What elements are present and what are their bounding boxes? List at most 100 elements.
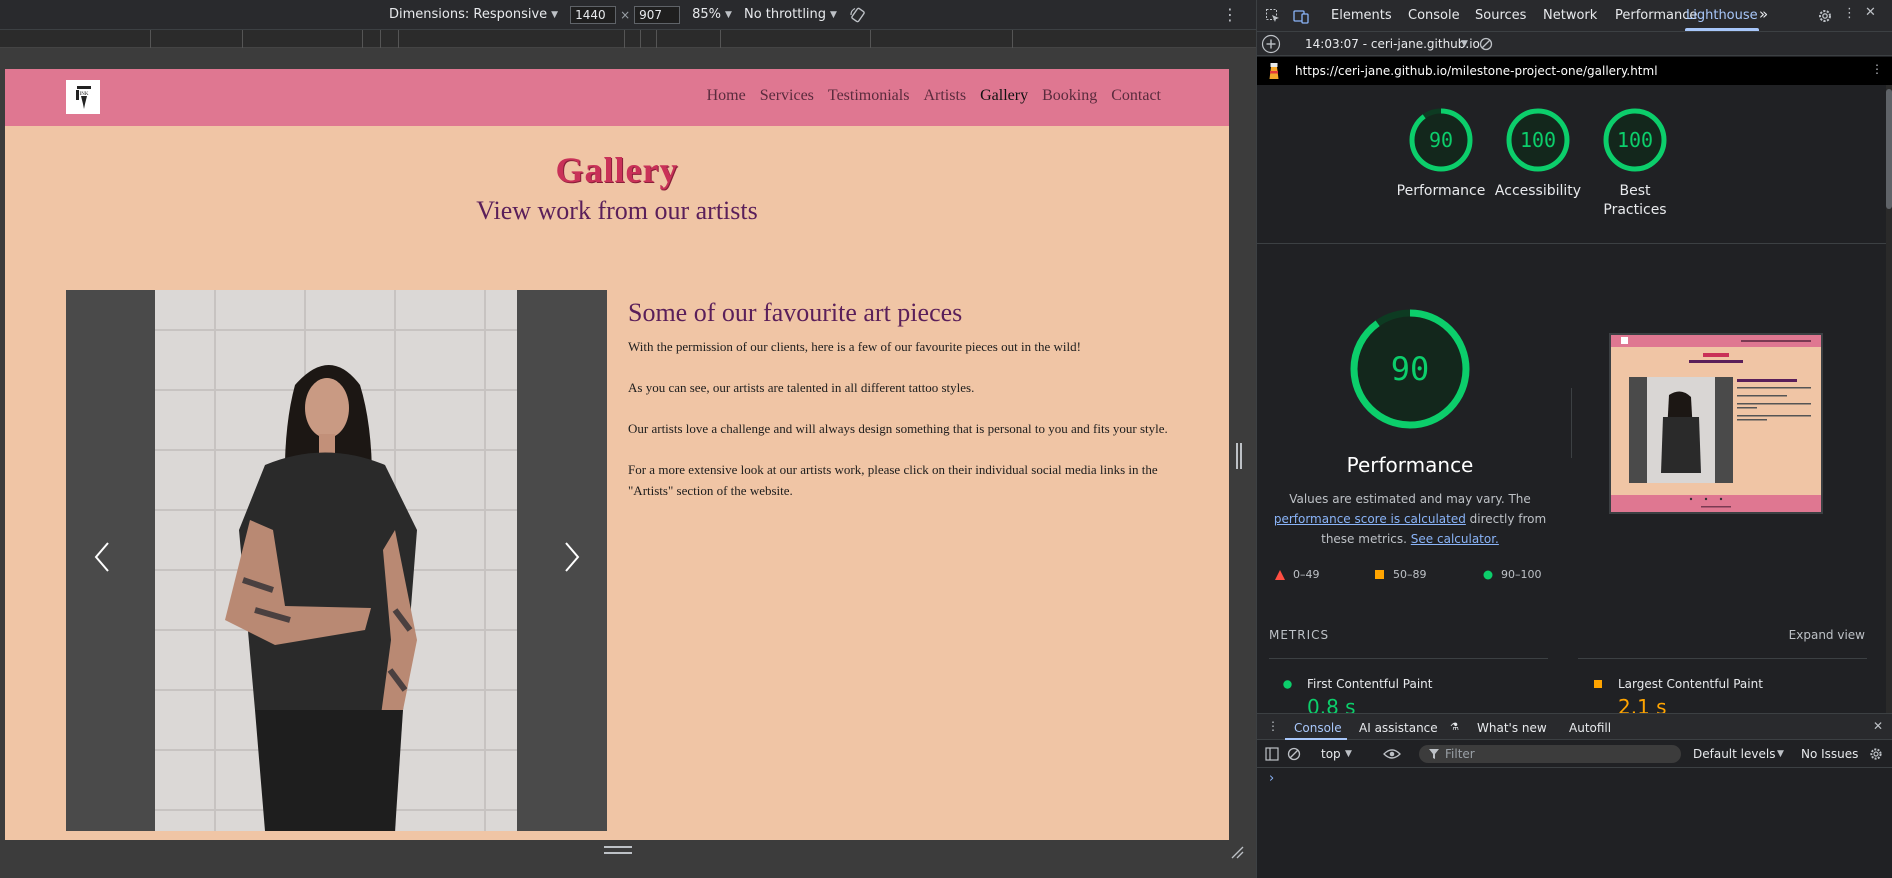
average-square-icon <box>1594 680 1602 688</box>
caret-down-icon: ▼ <box>1777 749 1784 759</box>
scrollbar-thumb[interactable] <box>1886 89 1892 209</box>
issues-counter[interactable]: No Issues <box>1801 747 1858 761</box>
carousel-next-icon[interactable] <box>562 540 582 574</box>
sidebar-toggle-icon[interactable] <box>1265 747 1279 761</box>
clear-console-icon[interactable] <box>1287 747 1301 761</box>
dimensions-label: Dimensions: Responsive <box>389 7 548 22</box>
metric-divider <box>1578 658 1867 659</box>
score-label: Performance <box>1396 183 1486 199</box>
drawer-tabbar: ⋮ Console AI assistance ⚗ What's new Aut… <box>1257 713 1892 740</box>
devtools-menu-icon[interactable]: ⋮ <box>1843 6 1856 21</box>
device-toolbar-icon[interactable] <box>1293 8 1309 24</box>
nav-home[interactable]: Home <box>707 87 746 105</box>
height-input[interactable]: 907 <box>634 5 681 24</box>
desc-text: Values are estimated and may vary. The <box>1289 492 1531 506</box>
lighthouse-report: 90 Performance 100 Accessibility 100 Bes… <box>1257 85 1887 713</box>
report-scrollbar[interactable] <box>1886 85 1892 713</box>
console-filter-input[interactable]: Filter <box>1419 745 1681 763</box>
score-calculated-link[interactable]: performance score is calculated <box>1274 512 1466 526</box>
metric-divider <box>1269 658 1548 659</box>
report-menu-icon[interactable]: ⋮ <box>1871 62 1883 76</box>
legend-average: 50–89 <box>1375 568 1427 581</box>
more-options-icon[interactable]: ⋮ <box>1222 7 1238 23</box>
paragraph: With the permission of our clients, here… <box>628 339 1081 354</box>
eye-icon[interactable] <box>1383 748 1401 760</box>
expand-view-toggle[interactable]: Expand view <box>1789 628 1865 642</box>
lighthouse-logo-icon <box>1269 63 1279 79</box>
page-title: Gallery <box>555 150 679 190</box>
nav-testimonials[interactable]: Testimonials <box>828 87 910 105</box>
dimensions-dropdown[interactable]: Dimensions: Responsive ▼ <box>389 7 558 22</box>
site-logo[interactable]: INK <box>66 80 100 114</box>
legend-label: 90–100 <box>1501 568 1542 581</box>
add-report-icon[interactable] <box>1261 34 1281 54</box>
performance-description: Values are estimated and may vary. The p… <box>1271 489 1549 549</box>
context-selector[interactable]: top <box>1321 747 1341 761</box>
close-devtools-icon[interactable]: ✕ <box>1865 5 1876 20</box>
drawer-tab-ai-assistance[interactable]: AI assistance <box>1359 721 1438 735</box>
metric-fcp-value: 0.8 s <box>1307 695 1356 713</box>
page-subtitle: View work from our artists <box>476 196 758 225</box>
nav-contact[interactable]: Contact <box>1111 87 1161 105</box>
device-emulation-pane: Dimensions: Responsive ▼ 1440 × 907 85% … <box>0 0 1256 878</box>
tab-sources[interactable]: Sources <box>1475 8 1526 23</box>
tab-elements[interactable]: Elements <box>1331 8 1392 23</box>
filter-icon <box>1429 749 1439 759</box>
devtools-panel: Elements Console Sources Network Perform… <box>1256 0 1892 878</box>
active-tab-indicator <box>1685 28 1759 31</box>
devtools-tabbar: Elements Console Sources Network Perform… <box>1257 0 1892 32</box>
score-value: 100 <box>1616 128 1654 152</box>
device-toolbar: Dimensions: Responsive ▼ 1440 × 907 85% … <box>0 0 1256 30</box>
square-icon <box>1375 569 1384 579</box>
report-url-bar: https://ceri-jane.github.io/milestone-pr… <box>1257 57 1892 85</box>
report-url[interactable]: https://ceri-jane.github.io/milestone-pr… <box>1295 64 1658 78</box>
gear-icon[interactable] <box>1817 8 1833 24</box>
page-viewport: INK Home Services Testimonials Artists G… <box>5 69 1229 840</box>
section-heading: Some of our favourite art pieces <box>628 298 963 327</box>
throttling-dropdown[interactable]: No throttling ▼ <box>744 7 837 22</box>
score-label: Accessibility <box>1494 183 1582 199</box>
drawer-tab-whats-new[interactable]: What's new <box>1477 721 1547 735</box>
tab-console[interactable]: Console <box>1408 8 1460 23</box>
drawer-menu-icon[interactable]: ⋮ <box>1267 719 1279 733</box>
lighthouse-toolbar: 14:03:07 - ceri-jane.github.io ▼ <box>1257 32 1892 56</box>
log-levels-dropdown[interactable]: Default levels <box>1693 747 1775 761</box>
carousel-prev-icon[interactable] <box>92 540 112 574</box>
resize-handle-bottom[interactable] <box>604 846 632 854</box>
section-divider <box>1257 243 1887 244</box>
media-query-ruler[interactable] <box>0 30 1256 48</box>
console-settings-icon[interactable] <box>1869 747 1883 761</box>
nav-booking[interactable]: Booking <box>1042 87 1097 105</box>
zoom-dropdown[interactable]: 85% ▼ <box>692 7 732 22</box>
nav-services[interactable]: Services <box>760 87 814 105</box>
score-value: 100 <box>1519 128 1557 152</box>
image-carousel <box>66 290 607 831</box>
console-prompt[interactable]: › <box>1269 771 1274 786</box>
caret-down-icon: ▼ <box>1345 749 1352 759</box>
tab-network[interactable]: Network <box>1543 8 1597 23</box>
width-input[interactable]: 1440 <box>570 5 617 24</box>
caret-down-icon: ▼ <box>725 9 732 20</box>
rotate-icon[interactable] <box>849 6 867 24</box>
tab-lighthouse[interactable]: Lighthouse <box>1686 8 1758 23</box>
drawer-tab-console[interactable]: Console <box>1294 721 1342 735</box>
more-tabs-icon[interactable]: » <box>1759 5 1768 23</box>
report-selector[interactable]: 14:03:07 - ceri-jane.github.io <box>1305 37 1480 51</box>
clear-reports-icon[interactable] <box>1479 37 1493 51</box>
see-calculator-link[interactable]: See calculator. <box>1411 532 1499 546</box>
drawer-tab-autofill[interactable]: Autofill <box>1569 721 1611 735</box>
nav-artists[interactable]: Artists <box>923 87 966 105</box>
resize-corner-icon[interactable] <box>1230 845 1244 859</box>
resize-handle-right[interactable] <box>1236 443 1242 469</box>
legend-label: 0–49 <box>1293 568 1320 581</box>
page-screenshot-thumbnail[interactable] <box>1609 333 1823 514</box>
screen: Dimensions: Responsive ▼ 1440 × 907 85% … <box>0 0 1892 878</box>
legend-fail: 0–49 <box>1275 568 1320 581</box>
gallery-text: Some of our favourite art pieces With th… <box>628 290 1168 521</box>
circle-icon <box>1483 570 1493 579</box>
close-drawer-icon[interactable]: ✕ <box>1873 719 1883 733</box>
nav-gallery[interactable]: Gallery <box>980 87 1028 105</box>
inspect-element-icon[interactable] <box>1265 8 1281 24</box>
caret-down-icon: ▼ <box>551 9 559 20</box>
paragraph: As you can see, our artists are talented… <box>628 380 975 395</box>
